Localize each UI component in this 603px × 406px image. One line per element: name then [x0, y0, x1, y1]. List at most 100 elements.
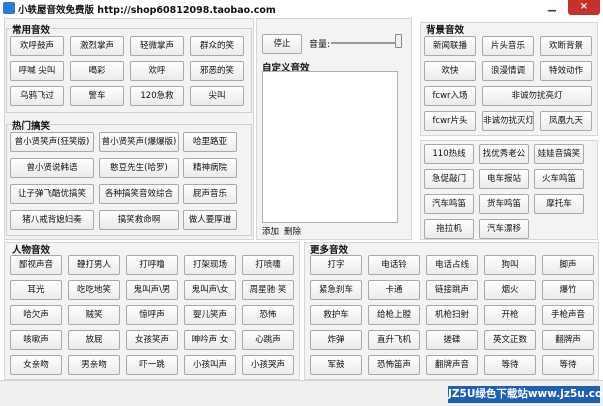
more-button-14[interactable]: 开枪 — [484, 305, 536, 325]
background-row2-button-3[interactable]: 特效动作 — [540, 61, 592, 81]
background-row4-button-3[interactable]: 凤凰九天 — [540, 111, 592, 131]
people-button-3[interactable]: 打呼噜 — [126, 255, 178, 275]
common-button-9[interactable]: 乌鸦飞过 — [10, 86, 64, 106]
funny-button-2[interactable]: 曾小贤笑声(爆爆版) — [99, 132, 179, 152]
more-button-3[interactable]: 电话占线 — [426, 255, 478, 275]
background-row1-button-2[interactable]: 片头音乐 — [482, 36, 534, 56]
common-button-1[interactable]: 欢呼鼓声 — [10, 36, 64, 56]
funny-button-3[interactable]: 哈里路亚 — [183, 132, 237, 152]
misc-button-6[interactable]: 火车鸣笛 — [534, 169, 584, 189]
delete-button[interactable]: 删除 — [284, 225, 301, 237]
funny-button-9[interactable]: 屁声音乐 — [183, 184, 237, 204]
more-button-7[interactable]: 卡通 — [368, 280, 420, 300]
more-button-22[interactable]: 恐怖笛声 — [368, 355, 420, 375]
common-button-8[interactable]: 邪恶的笑 — [190, 61, 244, 81]
people-button-10[interactable]: 周星驰 笑 — [242, 280, 294, 300]
common-button-11[interactable]: 120急救 — [130, 86, 184, 106]
people-button-15[interactable]: 恐怖 — [242, 305, 294, 325]
people-button-12[interactable]: 贼笑 — [68, 305, 120, 325]
custom-sounds-list[interactable] — [262, 71, 398, 223]
more-button-18[interactable]: 搓碟 — [426, 330, 478, 350]
misc-button-1[interactable]: 110热线 — [424, 144, 474, 164]
people-button-7[interactable]: 吃吃地笑 — [68, 280, 120, 300]
misc-button-3[interactable]: 娃娃音搞笑 — [534, 144, 584, 164]
people-button-11[interactable]: 哈欠声 — [10, 305, 62, 325]
more-button-16[interactable]: 炸弹 — [310, 330, 362, 350]
common-button-3[interactable]: 轻微掌声 — [130, 36, 184, 56]
more-button-2[interactable]: 电话铃 — [368, 255, 420, 275]
background-row3-button-2[interactable]: 非诚勿扰亮灯 — [482, 86, 592, 106]
people-button-17[interactable]: 放屁 — [68, 330, 120, 350]
people-button-8[interactable]: 鬼叫声\男 — [126, 280, 178, 300]
more-button-4[interactable]: 狗叫 — [484, 255, 536, 275]
more-button-21[interactable]: 军鼓 — [310, 355, 362, 375]
funny-button-10[interactable]: 猪八戒背媳妇奏 — [10, 210, 94, 230]
common-button-10[interactable]: 警车 — [70, 86, 124, 106]
people-button-21[interactable]: 女亲吻 — [10, 355, 62, 375]
common-button-4[interactable]: 群众的笑 — [190, 36, 244, 56]
more-button-8[interactable]: 链接跳声 — [426, 280, 478, 300]
more-button-15[interactable]: 手枪声音 — [542, 305, 594, 325]
background-row2-button-2[interactable]: 浪漫情调 — [482, 61, 534, 81]
more-button-20[interactable]: 翻牌声 — [542, 330, 594, 350]
more-button-23[interactable]: 翻牌声音 — [426, 355, 478, 375]
people-button-14[interactable]: 婴儿笑声 — [184, 305, 236, 325]
common-button-7[interactable]: 欢呼 — [130, 61, 184, 81]
funny-button-6[interactable]: 精神病院 — [183, 158, 237, 178]
volume-slider-thumb[interactable] — [394, 34, 402, 48]
misc-button-9[interactable]: 摩托车 — [534, 194, 584, 214]
close-button[interactable]: × — [568, 0, 600, 15]
misc-button-7[interactable]: 汽车鸣笛 — [424, 194, 474, 214]
more-button-6[interactable]: 紧急刹车 — [310, 280, 362, 300]
more-button-9[interactable]: 烟火 — [484, 280, 536, 300]
people-button-23[interactable]: 吓一跳 — [126, 355, 178, 375]
background-row3-button-1[interactable]: fcwr入场 — [424, 86, 476, 106]
people-button-13[interactable]: 惊呼声 — [126, 305, 178, 325]
misc-button-10[interactable]: 拖拉机 — [424, 219, 474, 239]
people-button-16[interactable]: 咳嗽声 — [10, 330, 62, 350]
funny-button-11[interactable]: 搞笑救命啊 — [99, 210, 179, 230]
people-button-25[interactable]: 小孩哭声 — [242, 355, 294, 375]
people-button-5[interactable]: 打喷嚏 — [242, 255, 294, 275]
funny-button-4[interactable]: 曾小贤说韩语 — [10, 158, 94, 178]
people-button-4[interactable]: 打架现场 — [184, 255, 236, 275]
people-button-20[interactable]: 心跳声 — [242, 330, 294, 350]
funny-button-12[interactable]: 做人要厚道 — [183, 210, 237, 230]
more-button-25[interactable]: 等待 — [542, 355, 594, 375]
more-button-10[interactable]: 爆竹 — [542, 280, 594, 300]
misc-button-4[interactable]: 急促敲门 — [424, 169, 474, 189]
misc-button-5[interactable]: 电车报站 — [479, 169, 529, 189]
funny-button-1[interactable]: 曾小贤笑声(狂笑版) — [10, 132, 94, 152]
people-button-2[interactable]: 鞭打男人 — [68, 255, 120, 275]
more-button-17[interactable]: 直升飞机 — [368, 330, 420, 350]
stop-button[interactable]: 停止 — [262, 34, 302, 54]
people-button-18[interactable]: 女孩笑声 — [126, 330, 178, 350]
background-row2-button-1[interactable]: 欢快 — [424, 61, 476, 81]
misc-button-8[interactable]: 货车鸣笛 — [479, 194, 529, 214]
more-button-1[interactable]: 打字 — [310, 255, 362, 275]
funny-button-5[interactable]: 憨豆先生(哈罗) — [99, 158, 179, 178]
more-button-13[interactable]: 机枪扫射 — [426, 305, 478, 325]
background-row4-button-2[interactable]: 非诚勿扰灭灯 — [482, 111, 534, 131]
more-button-24[interactable]: 等待 — [484, 355, 536, 375]
people-button-22[interactable]: 男亲吻 — [68, 355, 120, 375]
background-row4-button-1[interactable]: fcwr片头 — [424, 111, 476, 131]
people-button-6[interactable]: 耳光 — [10, 280, 62, 300]
people-button-19[interactable]: 呻吟声 女 — [184, 330, 236, 350]
common-button-6[interactable]: 喝彩 — [70, 61, 124, 81]
funny-button-8[interactable]: 各种搞笑音效综合 — [99, 184, 179, 204]
background-row1-button-1[interactable]: 新闻联播 — [424, 36, 476, 56]
more-button-5[interactable]: 脚声 — [542, 255, 594, 275]
more-button-12[interactable]: 给枪上膛 — [368, 305, 420, 325]
common-button-12[interactable]: 尖叫 — [190, 86, 244, 106]
people-button-24[interactable]: 小孩叫声 — [184, 355, 236, 375]
background-row1-button-3[interactable]: 欢断背景 — [540, 36, 592, 56]
funny-button-7[interactable]: 让子弹飞酷优搞笑 — [10, 184, 94, 204]
add-button[interactable]: 添加 — [262, 225, 279, 237]
people-button-1[interactable]: 鄙视声音 — [10, 255, 62, 275]
minimize-button[interactable]: ▁ — [540, 0, 564, 15]
common-button-5[interactable]: 呼喊 尖叫 — [10, 61, 64, 81]
common-button-2[interactable]: 激烈掌声 — [70, 36, 124, 56]
people-button-9[interactable]: 鬼叫声\女 — [184, 280, 236, 300]
misc-button-11[interactable]: 汽车漂移 — [479, 219, 529, 239]
